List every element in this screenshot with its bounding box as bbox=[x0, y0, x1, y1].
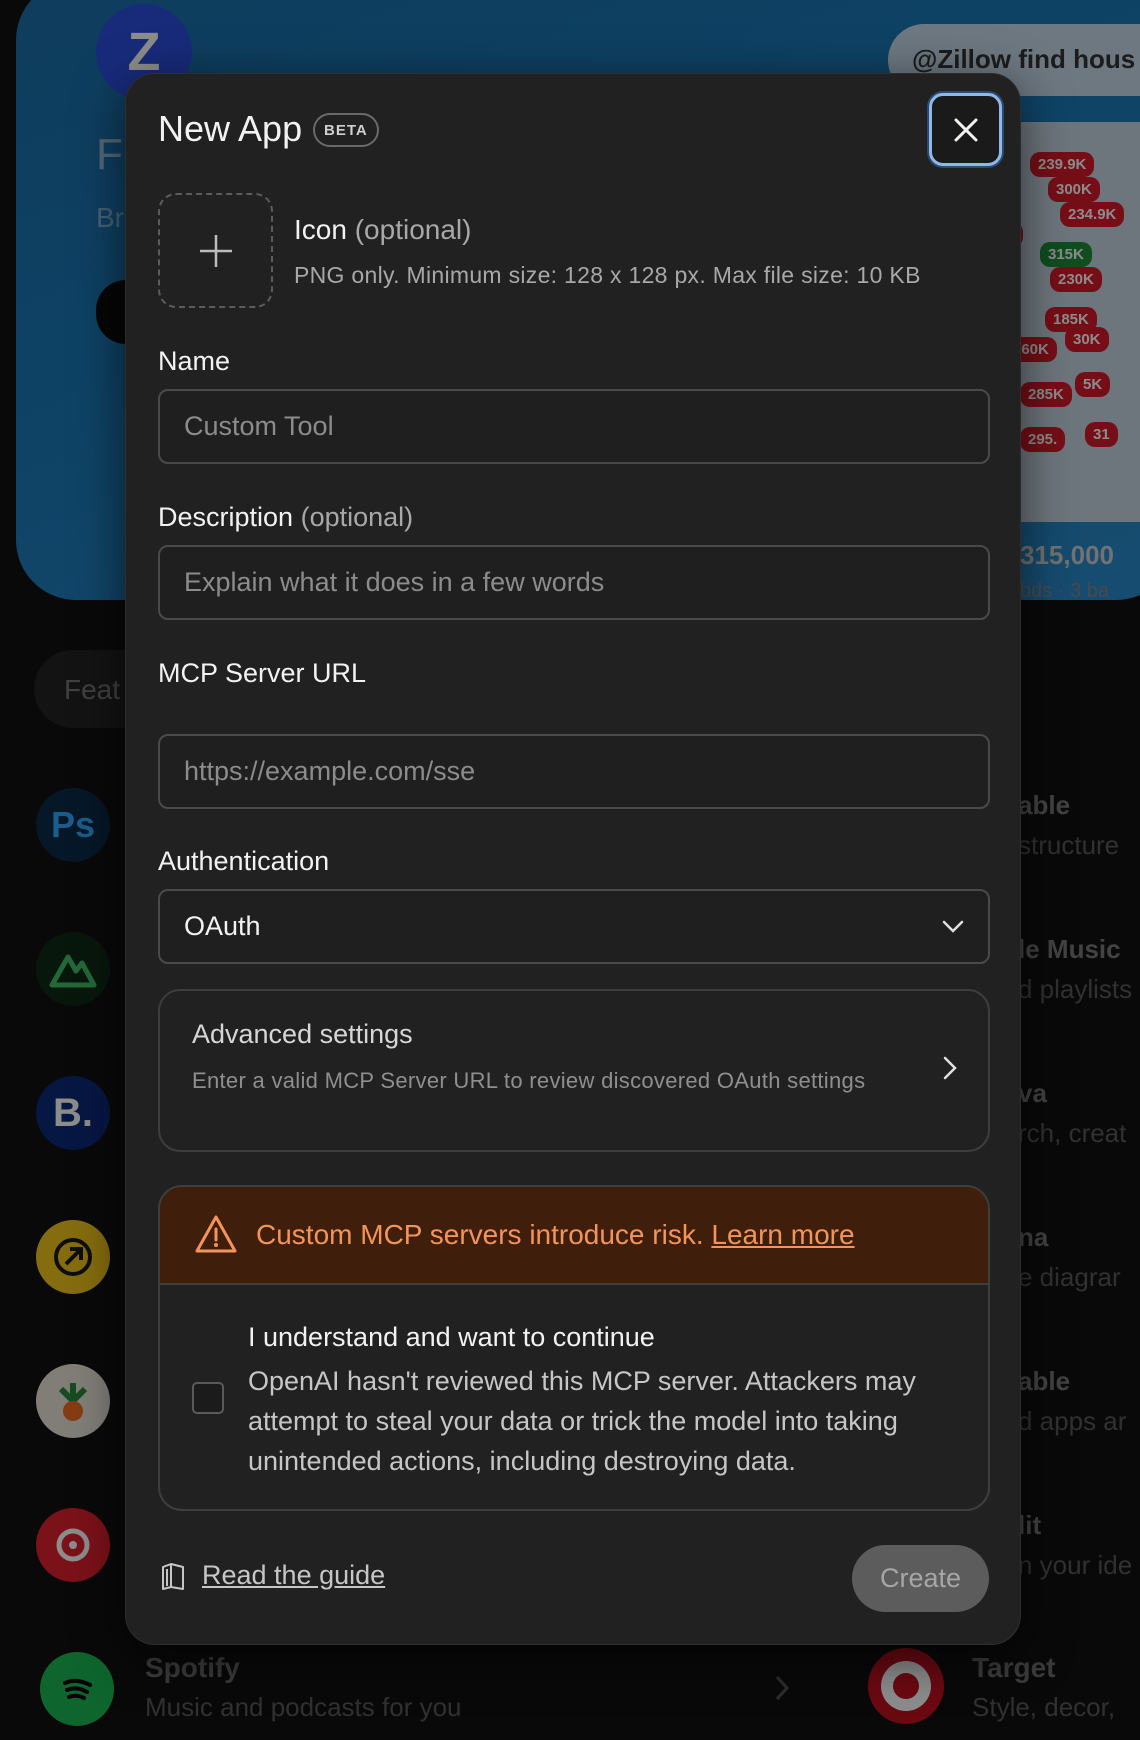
risk-warning-message: Custom MCP servers introduce risk. bbox=[256, 1219, 704, 1250]
dialog-title: New App bbox=[158, 108, 303, 149]
read-guide-text: Read the guide bbox=[202, 1560, 386, 1590]
advanced-settings-button[interactable]: Advanced settings Enter a valid MCP Serv… bbox=[158, 989, 990, 1152]
book-icon bbox=[162, 1562, 184, 1590]
description-label: Description (optional) bbox=[158, 502, 413, 533]
chevron-right-icon bbox=[943, 1056, 957, 1080]
name-input[interactable] bbox=[158, 389, 990, 464]
name-label: Name bbox=[158, 346, 231, 376]
description-label-text: Description bbox=[158, 502, 294, 532]
plus-icon bbox=[199, 234, 232, 267]
authentication-label: Authentication bbox=[158, 846, 330, 876]
risk-warning-text: Custom MCP servers introduce risk. Learn… bbox=[256, 1219, 855, 1251]
warning-triangle-icon bbox=[195, 1215, 237, 1253]
beta-badge: BETA bbox=[313, 113, 379, 147]
acknowledge-description: OpenAI hasn't reviewed this MCP server. … bbox=[248, 1366, 916, 1476]
advanced-settings-description: Enter a valid MCP Server URL to review d… bbox=[192, 1068, 866, 1093]
description-input[interactable] bbox=[158, 545, 990, 620]
icon-label-text: Icon bbox=[294, 214, 347, 245]
acknowledge-title: I understand and want to continue bbox=[248, 1322, 655, 1352]
learn-more-link[interactable]: Learn more bbox=[711, 1219, 854, 1250]
risk-panel: Custom MCP servers introduce risk. Learn… bbox=[158, 1185, 990, 1511]
icon-label: Icon (optional) bbox=[294, 214, 471, 246]
optional-tag: (optional) bbox=[300, 502, 414, 532]
create-button[interactable]: Create bbox=[852, 1545, 989, 1612]
acknowledge-checkbox[interactable] bbox=[192, 1382, 224, 1414]
close-button[interactable] bbox=[929, 93, 1002, 166]
mcp-url-input[interactable] bbox=[158, 734, 990, 809]
advanced-settings-title: Advanced settings bbox=[192, 1019, 413, 1049]
risk-warning-banner: Custom MCP servers introduce risk. Learn… bbox=[160, 1187, 988, 1285]
authentication-select[interactable]: OAuth bbox=[158, 889, 990, 964]
close-icon bbox=[954, 118, 977, 141]
icon-help-text: PNG only. Minimum size: 128 x 128 px. Ma… bbox=[294, 262, 921, 288]
chevron-down-icon bbox=[942, 920, 964, 933]
new-app-dialog: New App BETA Icon (optional) PNG only. M… bbox=[125, 73, 1021, 1645]
authentication-value: OAuth bbox=[184, 911, 261, 941]
read-guide-link[interactable]: Read the guide bbox=[158, 1560, 385, 1591]
optional-tag: (optional) bbox=[354, 214, 472, 245]
icon-upload-button[interactable] bbox=[158, 193, 273, 308]
mcp-url-label: MCP Server URL bbox=[158, 658, 367, 688]
